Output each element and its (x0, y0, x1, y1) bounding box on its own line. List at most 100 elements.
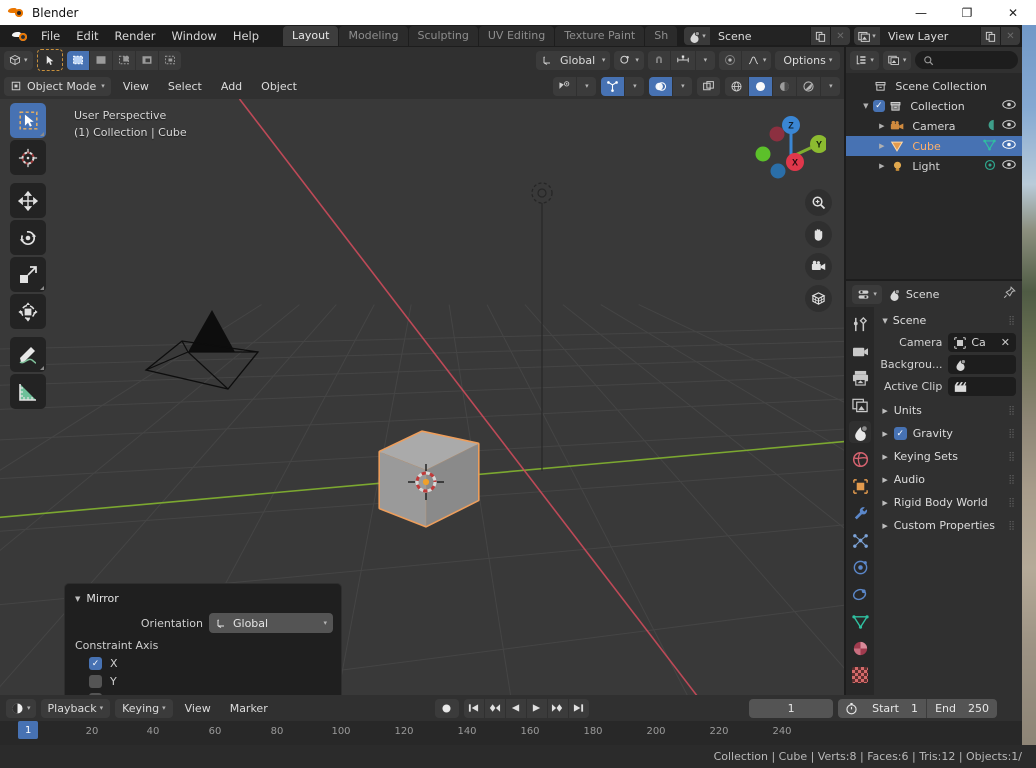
timeline-editor-icon[interactable]: ▾ (6, 698, 36, 718)
snap-dropdown-caret[interactable]: ▾ (695, 50, 715, 70)
constraint-axis-y-checkbox[interactable] (89, 675, 102, 688)
mesh-data-icon[interactable] (983, 139, 996, 154)
outliner-row-cube[interactable]: ▶ Cube (846, 136, 1022, 156)
operator-panel-header[interactable]: ▼ Mirror (73, 590, 333, 613)
visibility-caret[interactable]: ▾ (577, 76, 597, 96)
transform-orientation-dropdown[interactable]: Global ▾ (536, 50, 611, 70)
view-layer-icon[interactable]: ▾ (854, 27, 880, 45)
light-data-icon[interactable] (984, 159, 996, 174)
menu-edit[interactable]: Edit (68, 27, 106, 45)
eye-icon-cube[interactable] (1002, 139, 1016, 153)
jump-start-icon[interactable] (463, 698, 484, 718)
intersect-select-icon[interactable] (158, 50, 181, 70)
tool-move[interactable] (10, 183, 46, 218)
properties-tab-output[interactable] (849, 367, 871, 389)
timeline-menu-marker[interactable]: Marker (223, 700, 275, 717)
workspace-tab-shading[interactable]: Sh (645, 26, 678, 46)
menu-window[interactable]: Window (163, 27, 224, 45)
gravity-checkbox[interactable]: ✓ (893, 427, 907, 440)
properties-tab-view-layer[interactable] (849, 394, 871, 416)
invert-select-icon[interactable] (135, 50, 158, 70)
subtract-select-icon[interactable] (112, 50, 135, 70)
timeline-menu-keying[interactable]: Keying ▾ (115, 698, 173, 718)
filter-icon[interactable]: ▾ (882, 50, 912, 70)
camera-object[interactable] (140, 304, 270, 404)
properties-editor-icon[interactable]: ▾ (852, 284, 882, 304)
workspace-tab-texture-paint[interactable]: Texture Paint (555, 26, 645, 46)
scene-name[interactable]: Scene (710, 27, 810, 45)
material-preview-icon[interactable] (773, 76, 797, 96)
workspace-tab-uv-editing[interactable]: UV Editing (478, 26, 555, 46)
timeline-menu-view[interactable]: View (178, 700, 218, 717)
properties-section-units[interactable]: ▶ Units ⣿ (880, 399, 1016, 422)
gizmo-icon[interactable] (601, 76, 625, 96)
viewport-menu-select[interactable]: Select (161, 78, 209, 95)
scene-icon[interactable]: ▾ (684, 27, 710, 45)
collection-visibility-checkbox[interactable]: ✓ (871, 100, 886, 112)
pin-icon[interactable] (1003, 286, 1016, 302)
next-keyframe-icon[interactable] (547, 698, 568, 718)
constraint-axis-x-row[interactable]: ✓ X (89, 657, 333, 670)
app-menu-blender-icon[interactable] (6, 29, 33, 43)
zoom-icon[interactable] (805, 189, 833, 216)
menu-file[interactable]: File (33, 27, 68, 45)
triangle-right-icon[interactable]: ▶ (882, 453, 887, 461)
disclosure-triangle-cube[interactable]: ▶ (876, 142, 887, 150)
scene-active-clip-field[interactable] (948, 377, 1016, 396)
outliner-row-camera[interactable]: ▶ Camera (846, 116, 1022, 136)
triangle-down-icon[interactable]: ▼ (882, 317, 887, 325)
toggle-xray-icon[interactable] (697, 76, 721, 96)
eye-icon-collection[interactable] (1002, 99, 1016, 113)
proportional-editing-icon[interactable] (718, 50, 741, 70)
scene-camera-field[interactable]: Ca ✕ (948, 333, 1016, 352)
constraint-axis-y-row[interactable]: Y (89, 675, 333, 688)
properties-tab-render[interactable] (849, 340, 871, 362)
navigation-gizmo[interactable]: Z Y X (748, 107, 829, 185)
menu-help[interactable]: Help (225, 27, 267, 45)
camera-view-icon[interactable] (805, 253, 833, 280)
scene-background-field[interactable] (948, 355, 1016, 374)
properties-section-custom-properties[interactable]: ▶ Custom Properties ⣿ (880, 514, 1016, 537)
viewlayer-name[interactable]: View Layer (880, 27, 980, 45)
solid-shading-icon[interactable] (749, 76, 773, 96)
frame-start-field[interactable]: Start 1 (864, 699, 926, 718)
falloff-smooth-icon[interactable]: ▾ (741, 50, 772, 70)
properties-tab-material[interactable] (849, 637, 871, 659)
light-object[interactable] (508, 171, 578, 471)
tool-transform[interactable] (10, 294, 46, 329)
eye-icon-light[interactable] (1002, 159, 1016, 173)
stopwatch-icon[interactable] (838, 702, 864, 715)
disclosure-triangle-collection[interactable]: ▼ (860, 102, 871, 110)
jump-end-icon[interactable] (568, 698, 589, 718)
interaction-mode-dropdown[interactable]: Object Mode ▾ (4, 76, 111, 96)
shading-caret[interactable]: ▾ (821, 76, 841, 96)
scene-panel-header[interactable]: ▼ Scene ⣿ (880, 311, 1016, 330)
menu-render[interactable]: Render (107, 27, 164, 45)
play-reverse-icon[interactable] (505, 698, 526, 718)
camera-data-icon[interactable] (988, 119, 996, 134)
3d-viewport[interactable]: User Perspective (1) Collection | Cube Z… (0, 99, 845, 744)
clear-camera-button[interactable]: ✕ (1001, 336, 1010, 349)
disclosure-triangle-camera[interactable]: ▶ (876, 122, 887, 130)
properties-tab-data[interactable] (849, 610, 871, 632)
delete-viewlayer-button[interactable]: ✕ (1000, 27, 1020, 45)
wireframe-shading-icon[interactable] (725, 76, 749, 96)
outliner-display-mode-icon[interactable]: ▾ (850, 50, 879, 70)
window-minimize-button[interactable]: — (898, 0, 944, 25)
prev-keyframe-icon[interactable] (484, 698, 505, 718)
viewport-menu-view[interactable]: View (116, 78, 156, 95)
snap-increment-icon[interactable] (670, 50, 695, 70)
outliner-row-light[interactable]: ▶ Light (846, 156, 1022, 176)
window-close-button[interactable]: ✕ (990, 0, 1036, 25)
triangle-right-icon[interactable]: ▶ (882, 430, 887, 438)
properties-tab-particles[interactable] (849, 529, 871, 551)
viewport-menu-object[interactable]: Object (254, 78, 304, 95)
overlays-icon[interactable] (649, 76, 673, 96)
tool-cursor[interactable] (10, 140, 46, 175)
properties-tab-world[interactable] (849, 448, 871, 470)
triangle-down-icon[interactable]: ▼ (75, 595, 80, 603)
editor-type-3dview-icon[interactable]: ▾ (4, 50, 33, 70)
eye-icon-camera[interactable] (1002, 119, 1016, 133)
delete-scene-button[interactable]: ✕ (830, 27, 850, 45)
play-icon[interactable] (526, 698, 547, 718)
